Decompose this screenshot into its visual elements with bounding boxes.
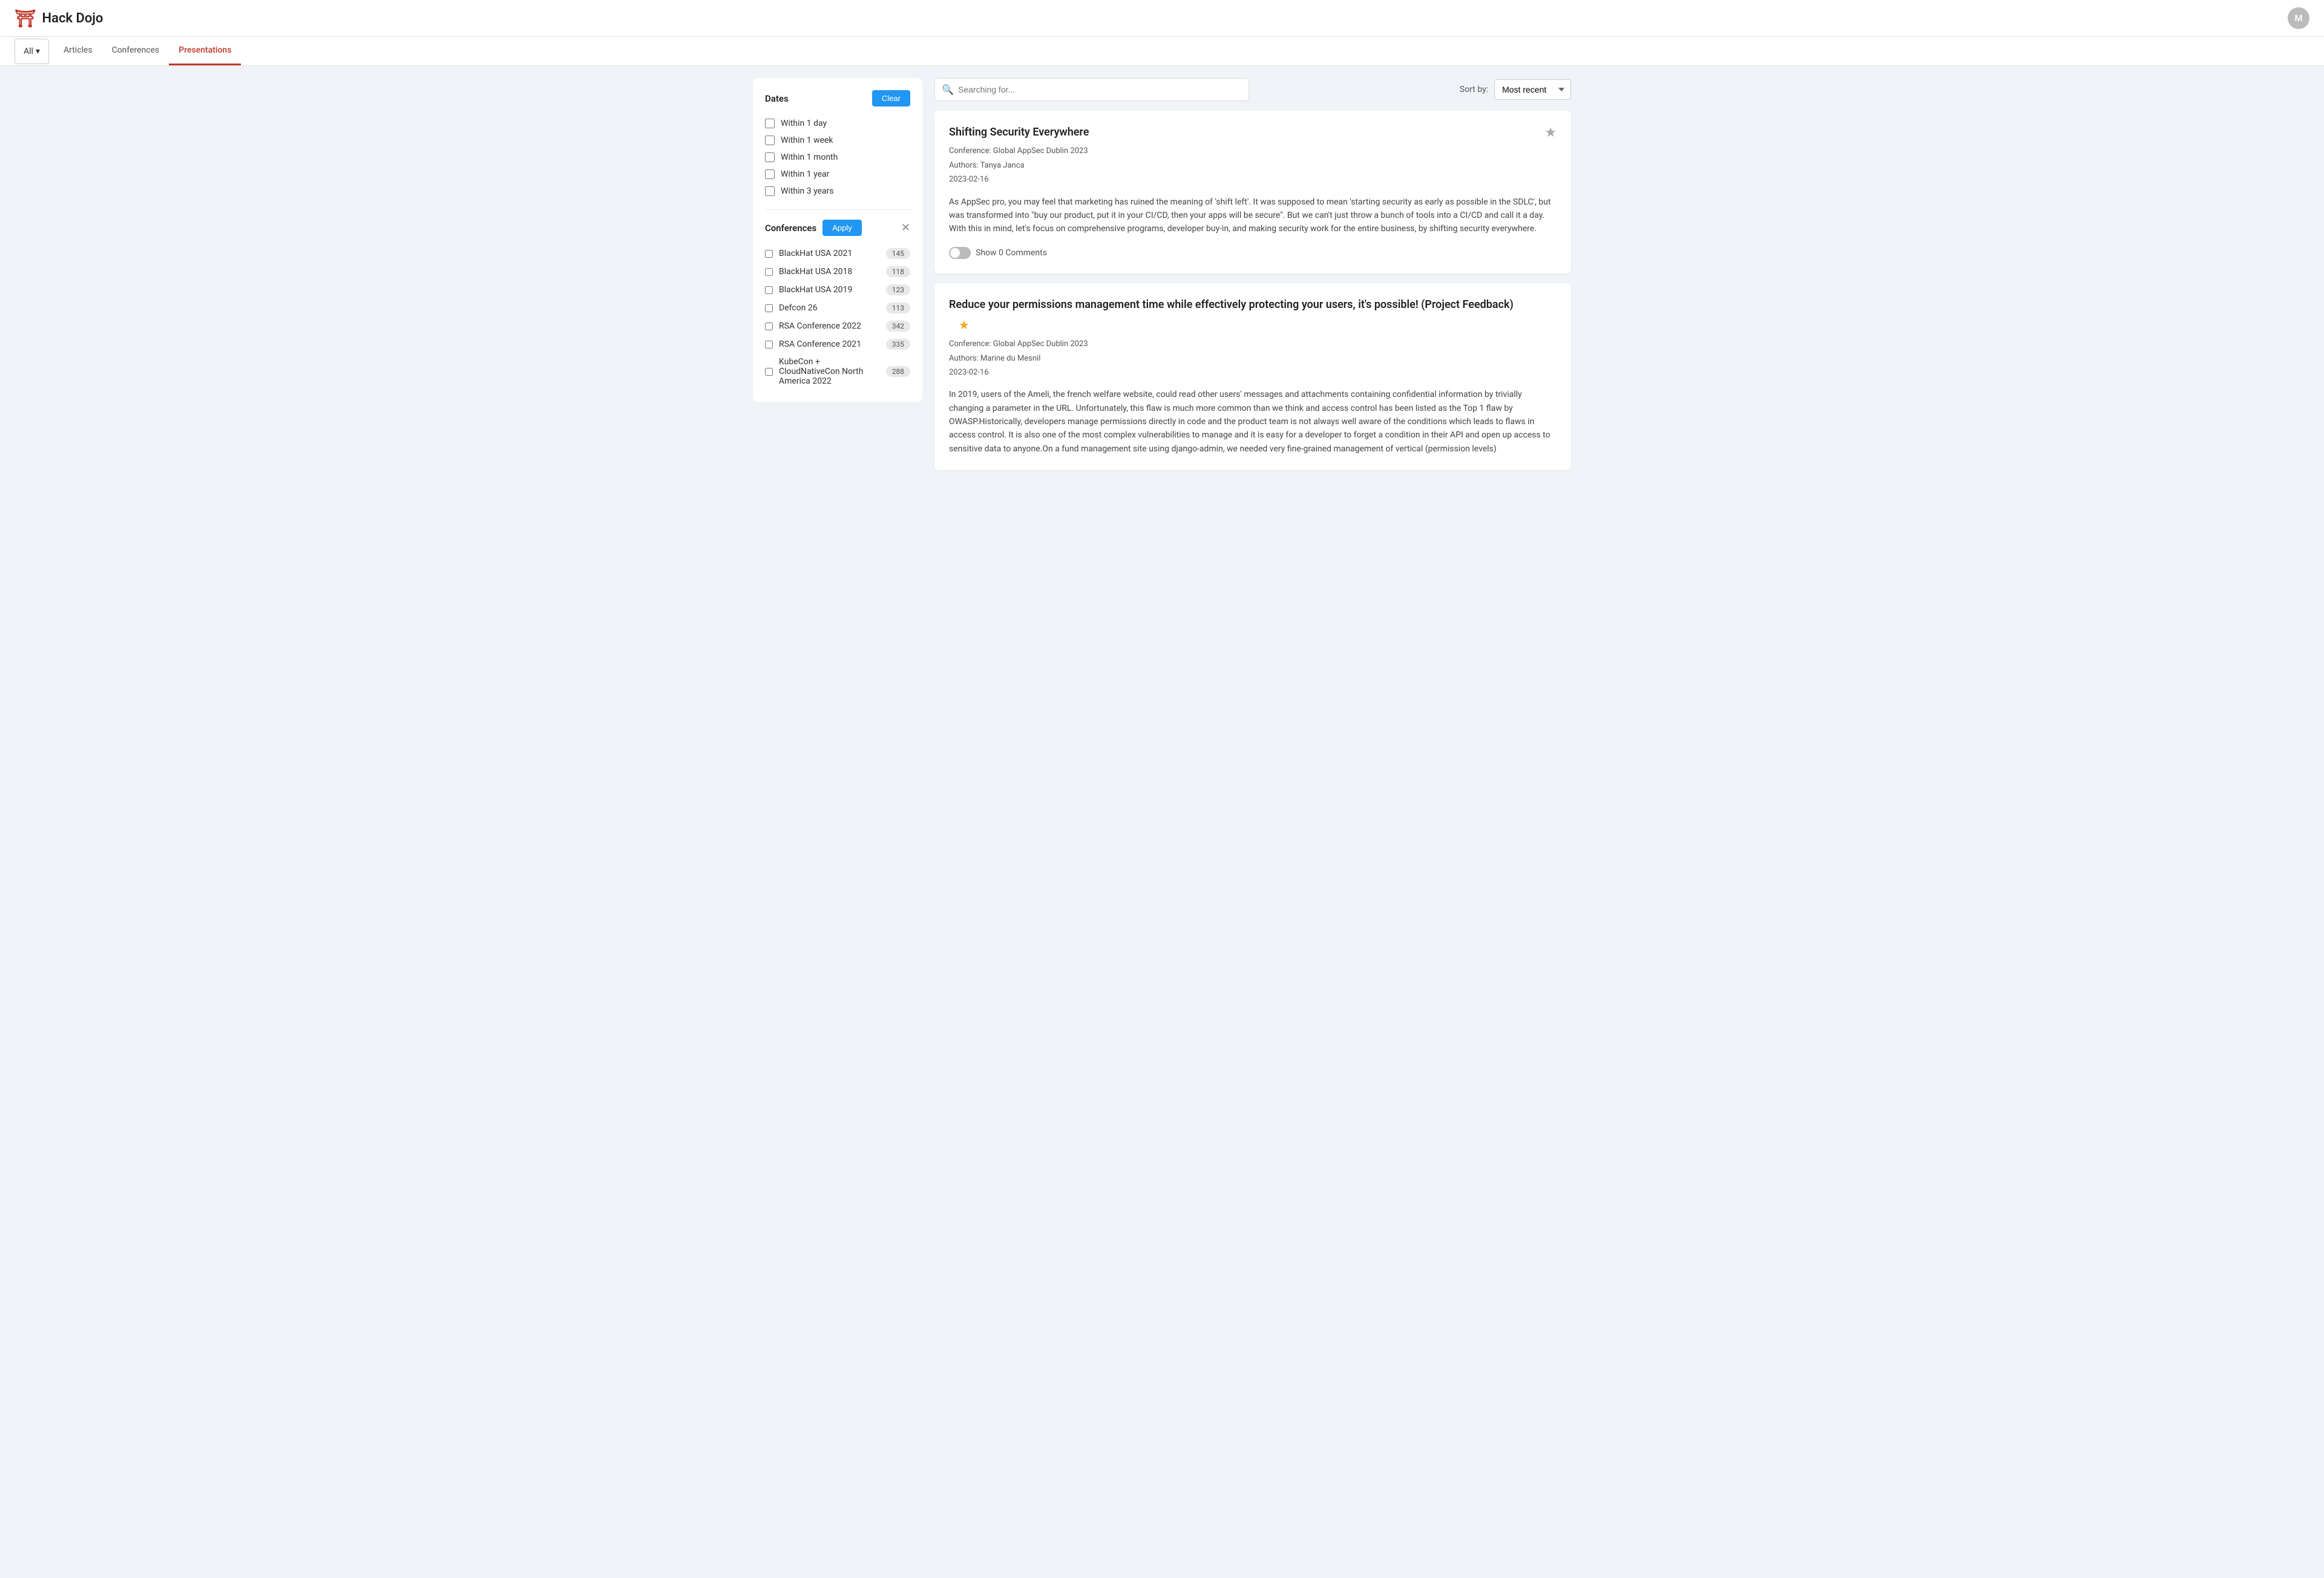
label-within-1-week: Within 1 week <box>781 136 833 145</box>
card-2-date: 2023-02-16 <box>949 365 1514 379</box>
logo-icon: ⛩ <box>15 8 36 28</box>
card-1-body: As AppSec pro, you may feel that marketi… <box>949 195 1557 236</box>
apply-button[interactable]: Apply <box>822 220 862 236</box>
header: ⛩ Hack Dojo M <box>0 0 2324 37</box>
card-2-meta: Conference: Global AppSec Dublin 2023 Au… <box>949 337 1514 379</box>
conf-count-defcon-26: 113 <box>886 303 910 313</box>
conferences-title: Conferences <box>765 223 816 234</box>
card-1-header: Shifting Security Everywhere Conference:… <box>949 125 1557 187</box>
dates-section-header: Dates Clear <box>765 90 910 106</box>
chevron-down-icon: ▾ <box>36 47 40 56</box>
filter-within-1-month[interactable]: Within 1 month <box>765 149 910 166</box>
search-input-wrapper: 🔍 <box>934 78 1249 101</box>
conf-name-blackhat-2019: BlackHat USA 2019 <box>779 285 880 295</box>
checkbox-defcon-26[interactable] <box>765 304 773 312</box>
conf-name-blackhat-2018: BlackHat USA 2018 <box>779 267 880 277</box>
checkbox-within-1-month[interactable] <box>765 152 775 162</box>
header-left: ⛩ Hack Dojo <box>15 8 103 28</box>
sort-label: Sort by: <box>1460 85 1488 94</box>
checkbox-within-1-week[interactable] <box>765 136 775 145</box>
conf-blackhat-2018[interactable]: BlackHat USA 2018 118 <box>765 263 910 281</box>
card-1: Shifting Security Everywhere Conference:… <box>934 111 1571 273</box>
checkbox-within-1-year[interactable] <box>765 169 775 179</box>
conf-count-rsa-2021: 335 <box>886 339 910 350</box>
conf-kubecon-2022[interactable]: KubeCon + CloudNativeCon North America 2… <box>765 353 910 390</box>
app-name: Hack Dojo <box>42 11 103 26</box>
main-content: Dates Clear Within 1 day Within 1 week W… <box>738 66 1586 492</box>
card-1-comments-label: Show 0 Comments <box>976 248 1047 258</box>
sort-select[interactable]: Most recent Oldest Most popular <box>1494 79 1571 100</box>
section-divider <box>765 209 910 210</box>
label-within-1-year: Within 1 year <box>781 169 829 179</box>
card-2-title: Reduce your permissions management time … <box>949 298 1514 312</box>
search-input[interactable] <box>934 78 1249 101</box>
conf-blackhat-2019[interactable]: BlackHat USA 2019 123 <box>765 281 910 299</box>
filter-within-1-year[interactable]: Within 1 year <box>765 166 910 183</box>
clear-button[interactable]: Clear <box>872 90 910 106</box>
content-area: 🔍 Sort by: Most recent Oldest Most popul… <box>934 78 1571 480</box>
checkbox-rsa-2022[interactable] <box>765 322 773 330</box>
label-within-1-month: Within 1 month <box>781 152 838 162</box>
checkbox-rsa-2021[interactable] <box>765 341 773 349</box>
card-2-title-block: Reduce your permissions management time … <box>949 298 1514 380</box>
card-1-star-icon[interactable]: ★ <box>1544 125 1557 140</box>
card-1-comments-toggle[interactable]: Show 0 Comments <box>949 247 1557 259</box>
card-1-authors: Authors: Tanya Janca <box>949 159 1089 172</box>
card-1-meta: Conference: Global AppSec Dublin 2023 Au… <box>949 144 1089 186</box>
conf-blackhat-2021[interactable]: BlackHat USA 2021 145 <box>765 244 910 263</box>
conf-name-blackhat-2021: BlackHat USA 2021 <box>779 249 880 258</box>
tab-conferences[interactable]: Conferences <box>102 37 169 65</box>
conf-count-blackhat-2018: 118 <box>886 266 910 277</box>
search-icon: 🔍 <box>942 84 954 96</box>
toggle-icon-1[interactable] <box>949 247 971 259</box>
conf-name-rsa-2022: RSA Conference 2022 <box>779 321 880 331</box>
card-1-date: 2023-02-16 <box>949 172 1089 186</box>
card-1-title-block: Shifting Security Everywhere Conference:… <box>949 125 1089 187</box>
conf-count-blackhat-2021: 145 <box>886 248 910 259</box>
nav-dropdown[interactable]: All ▾ <box>15 39 49 64</box>
card-2-authors: Authors: Marine du Mesnil <box>949 352 1514 365</box>
sort-row: Sort by: Most recent Oldest Most popular <box>1460 79 1571 100</box>
conf-count-blackhat-2019: 123 <box>886 284 910 295</box>
conferences-section-header: Conferences Apply ✕ <box>765 220 910 236</box>
conf-count-rsa-2022: 342 <box>886 321 910 332</box>
nav-bar: All ▾ Articles Conferences Presentations <box>0 37 2324 66</box>
label-within-3-years: Within 3 years <box>781 186 834 196</box>
conf-rsa-2021[interactable]: RSA Conference 2021 335 <box>765 335 910 353</box>
nav-dropdown-label: All <box>24 47 33 56</box>
close-icon[interactable]: ✕ <box>901 221 910 234</box>
checkbox-blackhat-2019[interactable] <box>765 286 773 294</box>
checkbox-blackhat-2018[interactable] <box>765 268 773 276</box>
tab-articles[interactable]: Articles <box>54 37 102 65</box>
card-1-title: Shifting Security Everywhere <box>949 125 1089 139</box>
conf-rsa-2022[interactable]: RSA Conference 2022 342 <box>765 317 910 335</box>
conf-name-defcon-26: Defcon 26 <box>779 303 880 313</box>
avatar[interactable]: M <box>2288 7 2309 29</box>
card-2: Reduce your permissions management time … <box>934 283 1571 471</box>
search-bar-row: 🔍 Sort by: Most recent Oldest Most popul… <box>934 78 1571 101</box>
card-1-conference: Conference: Global AppSec Dublin 2023 <box>949 144 1089 158</box>
filter-within-1-week[interactable]: Within 1 week <box>765 132 910 149</box>
dates-title: Dates <box>765 93 789 104</box>
label-within-1-day: Within 1 day <box>781 119 827 128</box>
checkbox-within-3-years[interactable] <box>765 186 775 196</box>
card-2-body: In 2019, users of the Ameli, the french … <box>949 388 1557 456</box>
card-2-star-inline[interactable]: ★ <box>959 318 970 332</box>
checkbox-kubecon-2022[interactable] <box>765 368 773 376</box>
conf-name-rsa-2021: RSA Conference 2021 <box>779 339 880 349</box>
checkbox-within-1-day[interactable] <box>765 119 775 128</box>
sidebar: Dates Clear Within 1 day Within 1 week W… <box>753 78 922 402</box>
card-2-conference: Conference: Global AppSec Dublin 2023 <box>949 337 1514 351</box>
conf-count-kubecon-2022: 288 <box>886 366 910 377</box>
filter-within-1-day[interactable]: Within 1 day <box>765 115 910 132</box>
conf-name-kubecon-2022: KubeCon + CloudNativeCon North America 2… <box>779 357 880 386</box>
card-2-header: Reduce your permissions management time … <box>949 298 1557 380</box>
conf-defcon-26[interactable]: Defcon 26 113 <box>765 299 910 317</box>
tab-presentations[interactable]: Presentations <box>169 37 241 65</box>
checkbox-blackhat-2021[interactable] <box>765 250 773 258</box>
logo: ⛩ Hack Dojo <box>15 8 103 28</box>
filter-within-3-years[interactable]: Within 3 years <box>765 183 910 200</box>
